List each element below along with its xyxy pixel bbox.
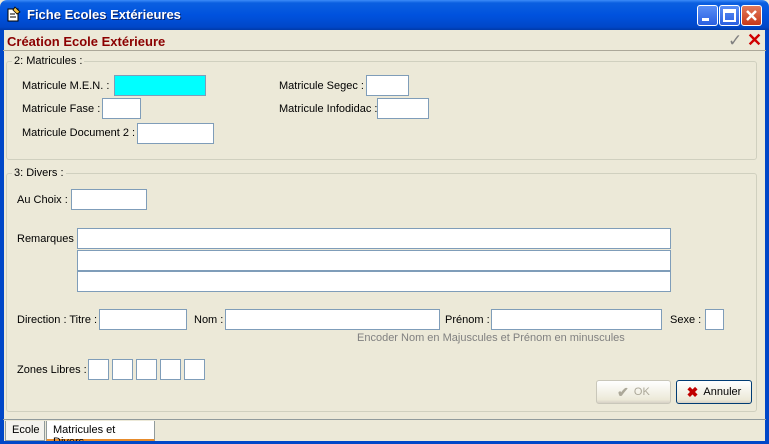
matricule-segec-label: Matricule Segec : xyxy=(279,80,364,92)
prenom-input[interactable] xyxy=(491,309,662,330)
matricule-fase-label: Matricule Fase : xyxy=(22,103,101,115)
notepad-icon xyxy=(7,6,21,22)
zone-libre-input-1[interactable] xyxy=(88,359,109,380)
matricule-segec-input[interactable] xyxy=(366,75,409,96)
tab-strip: Ecole Matricules et Divers xyxy=(3,419,766,444)
cancel-x-icon: ✖ xyxy=(686,383,699,400)
matricule-doc2-label: Matricule Document 2 : xyxy=(22,127,136,139)
matricule-men-label: Matricule M.E.N. : xyxy=(22,80,110,92)
tab-matricules-label: Matricules et Divers xyxy=(53,424,116,444)
au-choix-input[interactable] xyxy=(71,189,147,210)
matricule-men-input[interactable] xyxy=(114,75,206,96)
maximize-icon xyxy=(723,9,736,22)
close-window-button[interactable] xyxy=(741,5,762,26)
maximize-button[interactable] xyxy=(719,5,740,26)
zones-libres-label: Zones Libres : xyxy=(17,364,87,376)
zone-libre-input-4[interactable] xyxy=(160,359,181,380)
close-icon xyxy=(746,10,757,21)
prenom-label: Prénom : xyxy=(445,314,490,326)
matricule-infodidac-input[interactable] xyxy=(377,98,429,119)
matricule-doc2-input[interactable] xyxy=(137,123,214,144)
annuler-button[interactable]: ✖ Annuler xyxy=(676,380,752,404)
zone-libre-input-2[interactable] xyxy=(112,359,133,380)
sexe-input[interactable] xyxy=(705,309,724,330)
header-divider xyxy=(3,50,766,51)
tab-ecole[interactable]: Ecole xyxy=(5,421,45,441)
remarques-input-2[interactable] xyxy=(77,250,671,271)
nom-label: Nom : xyxy=(194,314,224,326)
sexe-label: Sexe : xyxy=(670,314,702,326)
tab-ecole-label: Ecole xyxy=(12,424,40,436)
remarques-label: Remarques xyxy=(17,233,74,245)
matricules-group-label: 2: Matricules : xyxy=(12,55,85,67)
direction-titre-label: Direction : Titre : xyxy=(17,314,98,326)
matricule-infodidac-label: Matricule Infodidac : xyxy=(279,103,378,115)
divers-group-label: 3: Divers : xyxy=(12,167,66,179)
direction-titre-input[interactable] xyxy=(99,309,187,330)
ok-button-label: OK xyxy=(633,386,650,398)
window-title: Fiche Ecoles Extérieures xyxy=(27,7,181,22)
zone-libre-input-3[interactable] xyxy=(136,359,157,380)
tab-matricules-et-divers[interactable]: Matricules et Divers xyxy=(46,421,155,444)
remarques-input-3[interactable] xyxy=(77,271,671,292)
validate-checkmark-icon[interactable]: ✓ xyxy=(728,32,744,50)
checkmark-icon: ✔ xyxy=(617,383,629,400)
zone-libre-input-5[interactable] xyxy=(184,359,205,380)
nom-input[interactable] xyxy=(225,309,440,330)
matricule-fase-input[interactable] xyxy=(102,98,141,119)
remarques-input-1[interactable] xyxy=(77,228,671,249)
form-title: Création Ecole Extérieure xyxy=(7,34,166,49)
ok-button[interactable]: ✔ OK xyxy=(596,380,671,404)
title-bar[interactable]: Fiche Ecoles Extérieures xyxy=(0,0,769,30)
minimize-button[interactable] xyxy=(697,5,718,26)
encoding-hint: Encoder Nom en Majuscules et Prénom en m… xyxy=(357,332,625,344)
minimize-icon xyxy=(702,18,709,21)
annuler-button-label: Annuler xyxy=(703,386,742,398)
au-choix-label: Au Choix : xyxy=(17,194,68,206)
cancel-x-icon[interactable]: ✕ xyxy=(747,31,763,49)
